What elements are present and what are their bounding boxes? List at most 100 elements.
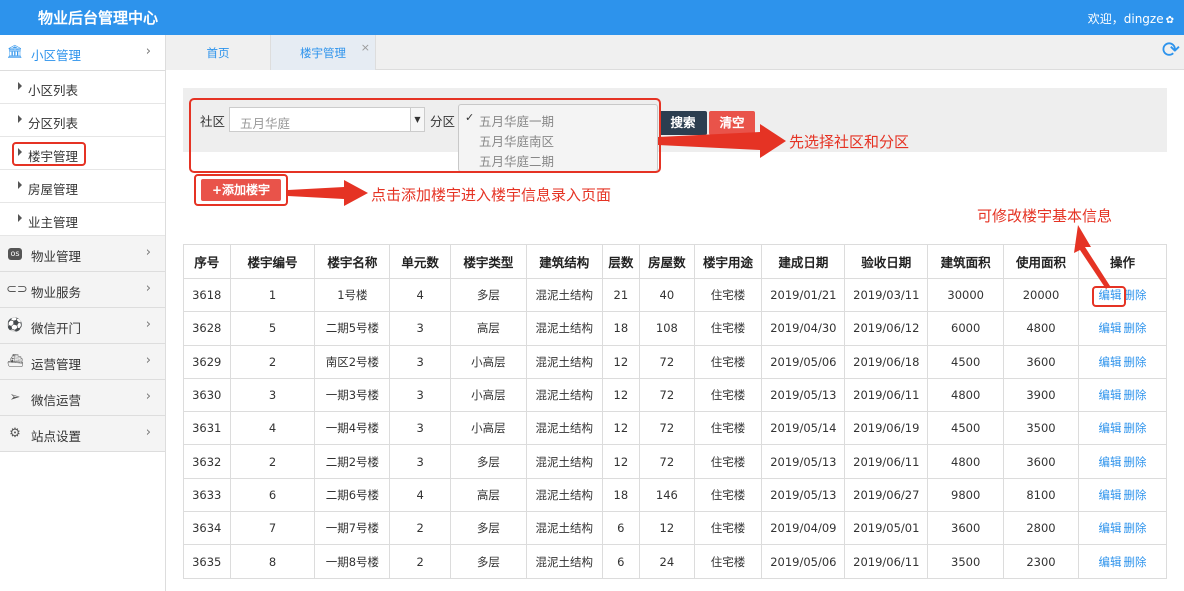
sidebar-section-service[interactable]: ⊂⊃ 物业服务 › <box>0 272 165 308</box>
table-cell: 3618 <box>183 277 231 313</box>
table-row: 3634 7 一期7号楼 2 多层 混泥土结构 6 12 住宅楼 2019/04/09 2019/0… <box>183 511 1168 546</box>
delete-link[interactable]: 删除 <box>1123 321 1146 335</box>
table-cell: 3632 <box>183 444 231 479</box>
table-header-row: 序号 楼宇编号 楼宇名称 单元数 楼宇类型 建筑结构 层数 房屋数 楼宇用途 建成日期 验收日期 建筑… <box>183 244 1168 279</box>
table-cell: 2019/01/21 <box>761 277 846 313</box>
table-cell: 3500 <box>1003 411 1079 446</box>
edit-link[interactable]: 编辑 <box>1098 321 1121 335</box>
delete-link[interactable]: 删除 <box>1123 555 1146 569</box>
table-cell: 小高层 <box>449 377 527 413</box>
table-cell: 2019/05/13 <box>761 477 846 513</box>
edit-link[interactable]: 编辑 <box>1098 488 1121 502</box>
table-cell: 18 <box>601 477 641 513</box>
sidebar-section-operations[interactable]: ⛴ 运营管理 › <box>0 344 165 380</box>
table-cell: 4800 <box>927 377 1005 413</box>
delete-link[interactable]: 删除 <box>1123 421 1146 435</box>
sidebar-section-property[interactable]: os 物业管理 › <box>0 236 165 272</box>
table-cell: 18 <box>601 311 641 346</box>
table-cell: 3600 <box>1003 344 1079 379</box>
table-cell: 2 <box>389 544 451 579</box>
edit-link[interactable]: 编辑 <box>1098 355 1121 369</box>
table-cell: 1 <box>229 277 316 313</box>
table-cell: 40 <box>639 277 695 313</box>
search-button[interactable]: 搜索 <box>659 111 707 135</box>
close-icon[interactable]: × <box>361 29 370 66</box>
tab-home[interactable]: 首页 <box>166 35 271 70</box>
table-cell: 多层 <box>449 544 527 579</box>
table-cell: 3600 <box>1003 444 1079 479</box>
column-header: 操作 <box>1077 244 1168 279</box>
delete-link[interactable]: 删除 <box>1123 388 1146 402</box>
table-cell: 72 <box>639 444 695 479</box>
table-cell: 3633 <box>183 477 231 513</box>
table-cell: 3500 <box>927 544 1005 579</box>
table-cell: 2300 <box>1003 544 1079 579</box>
delete-link[interactable]: 删除 <box>1123 355 1146 369</box>
edit-link[interactable]: 编辑 <box>1098 555 1121 569</box>
sidebar-section-wechat-ops[interactable]: ➢ 微信运营 › <box>0 380 165 416</box>
chevron-right-icon: › <box>145 245 151 260</box>
table-cell: 12 <box>601 344 641 379</box>
caret-right-icon <box>18 148 22 156</box>
edit-link[interactable]: 编辑 <box>1098 421 1121 435</box>
edit-link[interactable]: 编辑 <box>1098 455 1121 469</box>
table-cell: 2019/05/13 <box>761 377 846 413</box>
app-title: 物业后台管理中心 <box>38 9 159 27</box>
table-cell: 多层 <box>449 511 527 546</box>
add-building-button[interactable]: +添加楼宇 <box>201 179 281 201</box>
table-cell: 3 <box>389 444 451 479</box>
delete-link[interactable]: 删除 <box>1123 288 1146 302</box>
annotation-select: 先选择社区和分区 <box>789 133 910 151</box>
table-cell: 3900 <box>1003 377 1079 413</box>
table-cell: 2019/04/30 <box>761 311 846 346</box>
table-cell: 一期8号楼 <box>314 544 391 579</box>
sidebar-section-community[interactable]: 🏛 小区管理 › <box>0 35 165 71</box>
caret-right-icon <box>18 214 22 222</box>
delete-link[interactable]: 删除 <box>1123 455 1146 469</box>
edit-link[interactable]: 编辑 <box>1098 521 1121 535</box>
tab-bar: 首页 楼宇管理 × ⟳ <box>166 35 1184 70</box>
delete-link[interactable]: 删除 <box>1123 521 1146 535</box>
sidebar-section-site-settings[interactable]: ⚙ 站点设置 › <box>0 416 165 452</box>
table-cell: 小高层 <box>449 411 527 446</box>
table-cell: 住宅楼 <box>693 411 763 446</box>
edit-link[interactable]: 编辑 <box>1098 388 1121 402</box>
tab-building-management[interactable]: 楼宇管理 × <box>271 35 376 70</box>
row-actions: 编辑 删除 <box>1077 477 1168 513</box>
table-cell: 8 <box>229 544 316 579</box>
table-cell: 12 <box>601 411 641 446</box>
table-cell: 2 <box>229 444 316 479</box>
sidebar: 🏛 小区管理 › 小区列表 分区列表 楼宇管理 房屋管理 业主管理 os 物业管… <box>0 35 166 591</box>
table-cell: 混泥土结构 <box>525 344 603 379</box>
sidebar-section-label: 微信开门 <box>31 321 82 336</box>
sidebar-item-community-list[interactable]: 小区列表 <box>0 71 165 104</box>
clear-button[interactable]: 清空 <box>709 111 755 135</box>
sidebar-item-building-management[interactable]: 楼宇管理 <box>0 137 165 170</box>
gear-icon[interactable]: ✿ <box>1166 15 1174 26</box>
table-cell: 2019/03/11 <box>844 277 929 313</box>
cogs-icon: ⚙ <box>9 426 21 441</box>
sidebar-item-owner-management[interactable]: 业主管理 <box>0 203 165 236</box>
refresh-icon[interactable]: ⟳ <box>1162 38 1180 63</box>
table-cell: 住宅楼 <box>693 544 763 579</box>
caret-right-icon <box>18 115 22 123</box>
table-row: 3630 3 一期3号楼 3 小高层 混泥土结构 12 72 住宅楼 2019/05/13 2019… <box>183 377 1168 413</box>
sidebar-item-label: 业主管理 <box>28 215 79 230</box>
chevron-right-icon: › <box>145 281 151 296</box>
sidebar-item-district-list[interactable]: 分区列表 <box>0 104 165 137</box>
sidebar-item-house-management[interactable]: 房屋管理 <box>0 170 165 203</box>
table-cell: 混泥土结构 <box>525 511 603 546</box>
sidebar-section-label: 微信运营 <box>31 393 82 408</box>
table-cell: 7 <box>229 511 316 546</box>
table-cell: 72 <box>639 377 695 413</box>
table-cell: 二期2号楼 <box>314 444 391 479</box>
table-cell: 3631 <box>183 411 231 446</box>
table-cell: 高层 <box>449 311 527 346</box>
table-cell: 住宅楼 <box>693 277 763 313</box>
table-cell: 4500 <box>927 344 1005 379</box>
welcome-user[interactable]: 欢迎，dingze ✿ <box>1088 10 1174 27</box>
table-cell: 混泥土结构 <box>525 444 603 479</box>
delete-link[interactable]: 删除 <box>1123 488 1146 502</box>
sidebar-section-label: 物业管理 <box>31 249 82 264</box>
sidebar-section-wechat-door[interactable]: ⚽ 微信开门 › <box>0 308 165 344</box>
